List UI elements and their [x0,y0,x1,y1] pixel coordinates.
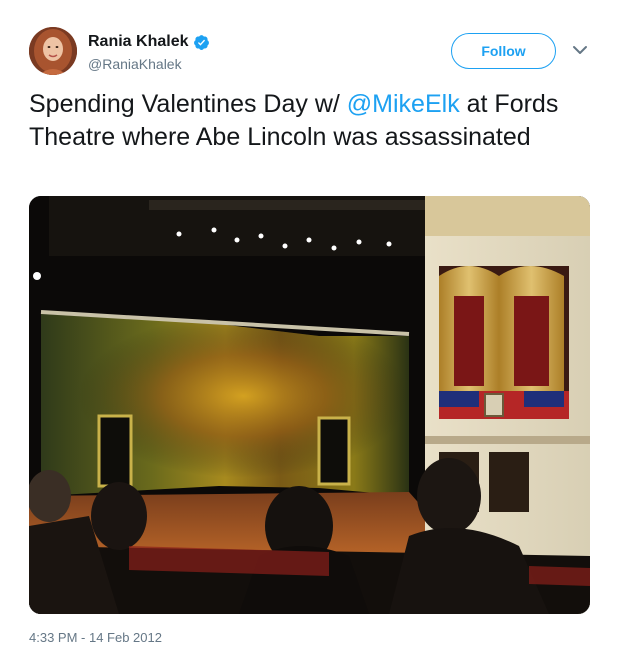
verified-badge-icon [193,34,210,51]
author-display-name[interactable]: Rania Khalek [88,33,188,51]
chevron-down-icon[interactable] [571,43,589,57]
author-handle[interactable]: @RaniaKhalek [88,56,182,72]
tweet-photo[interactable] [29,196,590,614]
mention-link[interactable]: @MikeElk [347,90,460,118]
author-name-row: Rania Khalek [88,32,210,52]
tweet-text-part: Spending Valentines Day w/ [29,90,347,118]
tweet-timestamp[interactable]: 4:33 PM - 14 Feb 2012 [29,630,162,645]
follow-button[interactable]: Follow [451,33,556,69]
avatar-image [29,27,77,75]
theatre-photo-image [29,196,590,614]
tweet-card: Rania Khalek @RaniaKhalek Follow Spendin… [0,0,617,652]
avatar[interactable] [29,27,77,75]
tweet-text: Spending Valentines Day w/ @MikeElk at F… [29,88,599,154]
